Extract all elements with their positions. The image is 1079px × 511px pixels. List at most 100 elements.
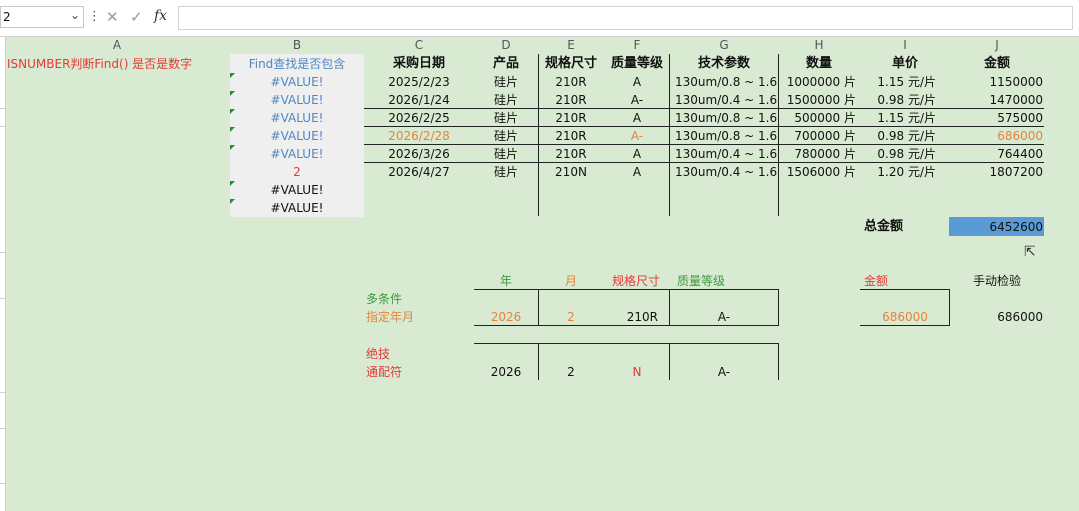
row3-size[interactable]: 210R (538, 109, 604, 127)
row3-qty[interactable]: 500000 片 (778, 109, 856, 127)
row4-size[interactable]: 210R (538, 127, 604, 145)
row6-spec[interactable]: 130um/0.4 ~ 1.6 (675, 163, 778, 181)
row5-grade[interactable]: A (604, 145, 670, 163)
total-label[interactable]: 总金额 (864, 218, 903, 236)
row6-amount[interactable]: 1807200 (950, 163, 1043, 181)
row5-qty[interactable]: 780000 片 (778, 145, 856, 163)
col-header-c[interactable]: C (364, 37, 474, 54)
row6-product[interactable]: 硅片 (474, 163, 538, 181)
block2-year[interactable]: 2026 (474, 363, 538, 381)
name-box[interactable]: 2 ⌄ (0, 6, 84, 28)
criteria-header-size[interactable]: 规格尺寸 (604, 272, 668, 290)
row2-qty[interactable]: 1500000 片 (778, 91, 856, 109)
row2-product[interactable]: 硅片 (474, 91, 538, 109)
wildcard-label[interactable]: 通配符 (366, 363, 402, 381)
criteria-amount-label[interactable]: 金额 (860, 272, 892, 290)
row3-date[interactable]: 2026/2/25 (364, 109, 474, 127)
col-header-f[interactable]: F (604, 37, 670, 54)
col-header-e[interactable]: E (538, 37, 604, 54)
specified-month-label[interactable]: 指定年月 (366, 308, 414, 326)
row6-size[interactable]: 210N (538, 163, 604, 181)
find-result-1[interactable]: #VALUE! (230, 73, 364, 91)
header-qty[interactable]: 数量 (778, 55, 860, 73)
col-header-i[interactable]: I (860, 37, 950, 54)
col-header-d[interactable]: D (474, 37, 538, 54)
col-header-g[interactable]: G (670, 37, 778, 54)
header-size[interactable]: 规格尺寸 (538, 55, 604, 73)
col-header-b[interactable]: B (230, 37, 364, 54)
block1-grade[interactable]: A- (670, 308, 778, 326)
row5-product[interactable]: 硅片 (474, 145, 538, 163)
formula-input[interactable] (178, 6, 1073, 30)
header-product[interactable]: 产品 (474, 55, 538, 73)
row6-date[interactable]: 2026/4/27 (364, 163, 474, 181)
insert-function-icon[interactable]: fx (154, 8, 167, 24)
row2-amount[interactable]: 1470000 (950, 91, 1043, 109)
row2-size[interactable]: 210R (538, 91, 604, 109)
row4-amount[interactable]: 686000 (950, 127, 1043, 145)
col-header-h[interactable]: H (778, 37, 860, 54)
block2-grade[interactable]: A- (670, 363, 778, 381)
row1-grade[interactable]: A (604, 73, 670, 91)
header-date[interactable]: 采购日期 (364, 55, 474, 73)
header-spec[interactable]: 技术参数 (670, 55, 778, 73)
find-result-5[interactable]: #VALUE! (230, 145, 364, 163)
row3-grade[interactable]: A (604, 109, 670, 127)
row2-price[interactable]: 0.98 元/片 (860, 91, 936, 109)
find-result-4[interactable]: #VALUE! (230, 127, 364, 145)
row4-qty[interactable]: 700000 片 (778, 127, 856, 145)
block1-month[interactable]: 2 (538, 308, 604, 326)
row4-spec[interactable]: 130um/0.8 ~ 1.6 (675, 127, 778, 145)
total-value[interactable]: 6452600 (950, 218, 1043, 236)
row5-size[interactable]: 210R (538, 145, 604, 163)
header-price[interactable]: 单价 (860, 55, 950, 73)
row6-qty[interactable]: 1506000 片 (778, 163, 856, 181)
row1-product[interactable]: 硅片 (474, 73, 538, 91)
row2-grade[interactable]: A- (604, 91, 670, 109)
find-result-6[interactable]: 2 (230, 163, 364, 181)
row4-product[interactable]: 硅片 (474, 127, 538, 145)
find-header[interactable]: Find查找是否包含 (230, 55, 364, 73)
row3-amount[interactable]: 575000 (950, 109, 1043, 127)
header-grade[interactable]: 质量等级 (604, 55, 670, 73)
row4-date[interactable]: 2026/2/28 (364, 127, 474, 145)
row6-grade[interactable]: A (604, 163, 670, 181)
criteria-header-grade[interactable]: 质量等级 (670, 272, 732, 290)
find-result-3[interactable]: #VALUE! (230, 109, 364, 127)
row1-price[interactable]: 1.15 元/片 (860, 73, 936, 91)
row5-spec[interactable]: 130um/0.4 ~ 1.6 (675, 145, 778, 163)
row5-date[interactable]: 2026/3/26 (364, 145, 474, 163)
row1-spec[interactable]: 130um/0.8 ~ 1.6 (675, 73, 778, 91)
confirm-icon[interactable]: ✓ (130, 8, 143, 26)
criteria-header-month[interactable]: 月 (538, 272, 604, 290)
block1-year[interactable]: 2026 (474, 308, 538, 326)
block2-size[interactable]: N (604, 363, 670, 381)
chevron-down-icon[interactable]: ⌄ (70, 8, 80, 22)
multi-condition-label[interactable]: 多条件 (366, 290, 402, 308)
block1-manual[interactable]: 686000 (950, 308, 1043, 326)
header-amount[interactable]: 金额 (950, 55, 1044, 73)
row1-size[interactable]: 210R (538, 73, 604, 91)
manual-check-label[interactable]: 手动检验 (950, 272, 1044, 290)
find-result-2[interactable]: #VALUE! (230, 91, 364, 109)
row5-price[interactable]: 0.98 元/片 (860, 145, 936, 163)
cancel-icon[interactable]: ✕ (106, 8, 119, 26)
trick-label[interactable]: 绝技 (366, 345, 390, 363)
row3-product[interactable]: 硅片 (474, 109, 538, 127)
row1-date[interactable]: 2025/2/23 (364, 73, 474, 91)
criteria-header-year[interactable]: 年 (474, 272, 538, 290)
row3-price[interactable]: 1.15 元/片 (860, 109, 936, 127)
col-header-j[interactable]: J (950, 37, 1044, 54)
row2-spec[interactable]: 130um/0.4 ~ 1.6 (675, 91, 778, 109)
more-options-icon[interactable]: ⋮ (88, 9, 101, 24)
find-result-7[interactable]: #VALUE! (230, 181, 364, 199)
row4-grade[interactable]: A- (604, 127, 670, 145)
row3-spec[interactable]: 130um/0.8 ~ 1.6 (675, 109, 778, 127)
block1-size[interactable]: 210R (604, 308, 658, 326)
isnumber-note[interactable]: ISNUMBER判断Find() 是否是数字 (7, 55, 192, 73)
row1-qty[interactable]: 1000000 片 (778, 73, 856, 91)
row6-price[interactable]: 1.20 元/片 (860, 163, 936, 181)
block1-amount[interactable]: 686000 (860, 308, 950, 326)
row4-price[interactable]: 0.98 元/片 (860, 127, 936, 145)
row1-amount[interactable]: 1150000 (950, 73, 1043, 91)
